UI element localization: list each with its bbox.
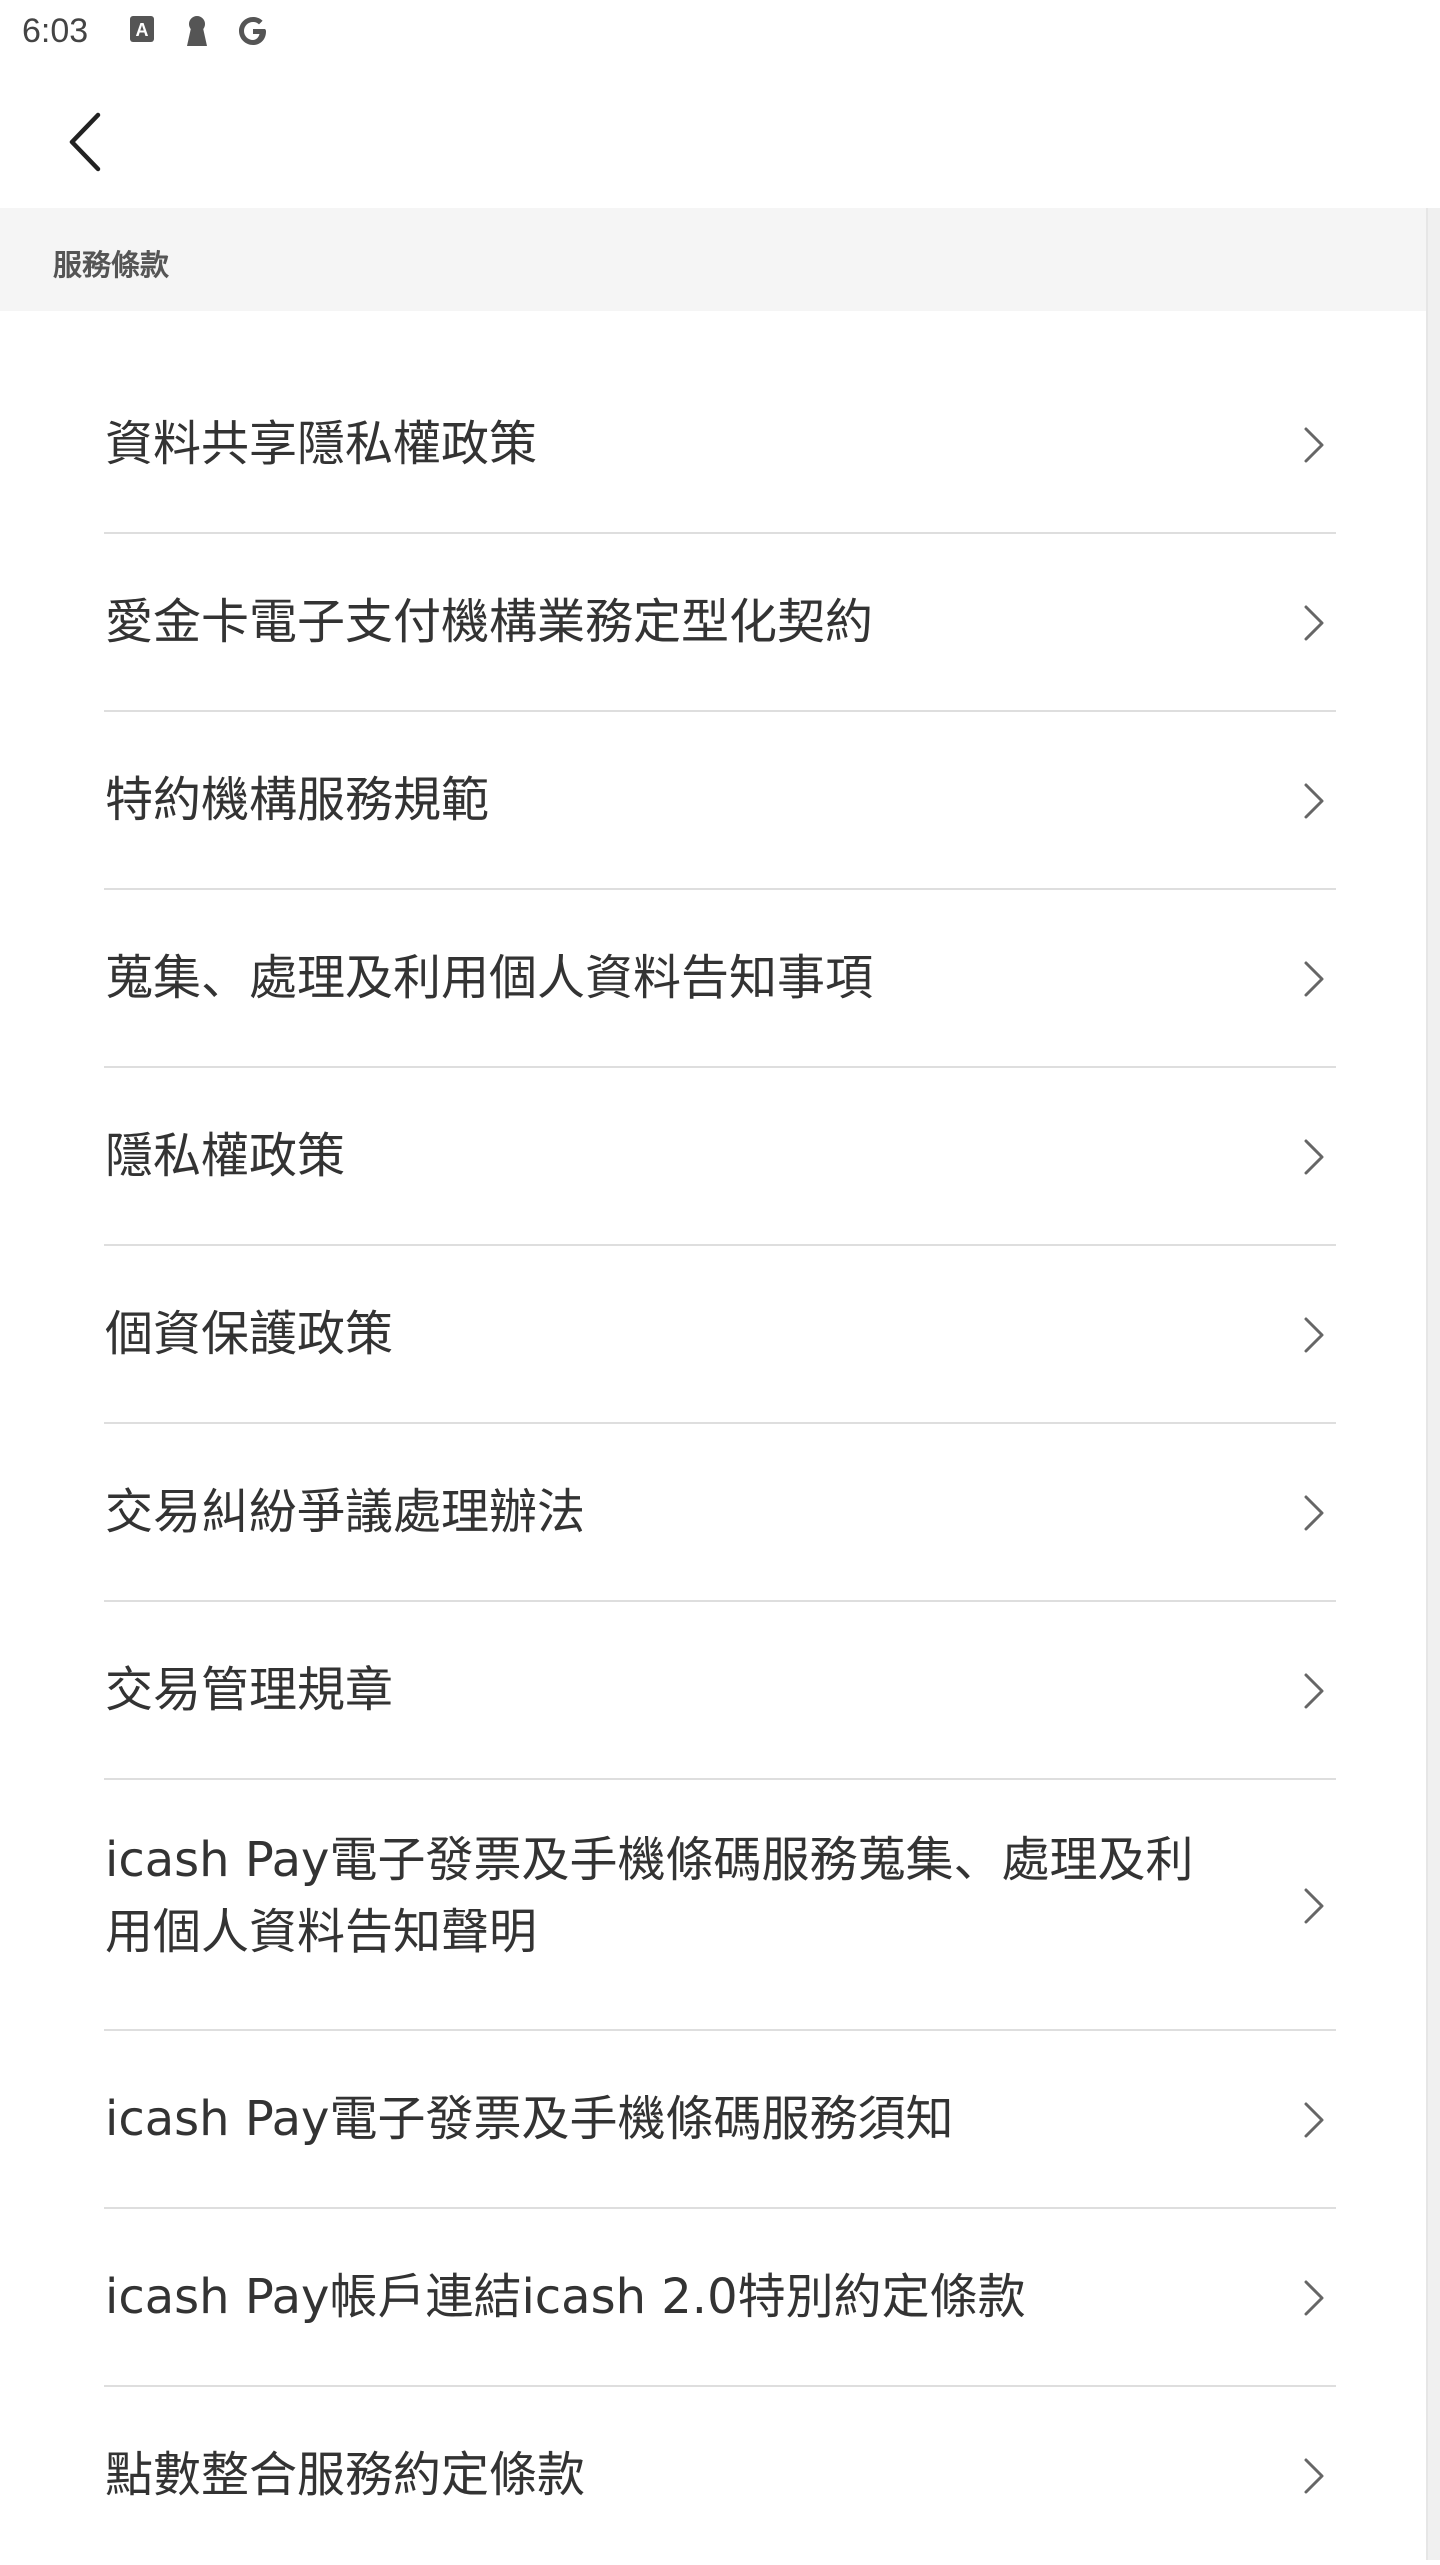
scrollbar[interactable] [1426, 208, 1440, 2560]
chevron-right-icon [1294, 425, 1334, 465]
list-item[interactable]: 交易糾紛爭議處理辦法 [0, 1424, 1426, 1602]
list-item-label: 特約機構服務規範 [105, 772, 490, 828]
google-g-icon [236, 14, 270, 48]
chevron-right-icon [1294, 1886, 1334, 1926]
list-item-label: 隱私權政策 [105, 1128, 346, 1184]
chevron-right-icon [1294, 1671, 1334, 1711]
list-item-label: 交易糾紛爭議處理辦法 [105, 1484, 586, 1540]
section-header: 服務條款 [0, 208, 1426, 311]
back-button[interactable] [44, 102, 124, 182]
chevron-right-icon [1294, 2456, 1334, 2496]
chevron-right-icon [1294, 1315, 1334, 1355]
chevron-right-icon [1294, 2278, 1334, 2318]
keyhole-icon [184, 14, 210, 48]
font-a-icon: A [128, 14, 156, 44]
chevron-right-icon [1294, 603, 1334, 643]
list-item[interactable]: 點數整合服務約定條款 [0, 2387, 1426, 2565]
list-item[interactable]: 個資保護政策 [0, 1246, 1426, 1424]
list-item-label: 交易管理規章 [105, 1662, 394, 1718]
status-time: 6:03 [22, 12, 89, 50]
list-item[interactable]: 資料共享隱私權政策 [0, 356, 1426, 534]
chevron-right-icon [1294, 1493, 1334, 1533]
list-item[interactable]: icash Pay電子發票及手機條碼服務須知 [0, 2031, 1426, 2209]
list-item[interactable]: 愛金卡電子支付機構業務定型化契約 [0, 534, 1426, 712]
section-title: 服務條款 [53, 248, 170, 282]
svg-text:A: A [136, 20, 149, 40]
list-item-label: icash Pay電子發票及手機條碼服務蒐集、處理及利用個人資料告知聲明 [105, 1832, 1194, 1960]
chevron-right-icon [1294, 959, 1334, 999]
list-item-label: icash Pay電子發票及手機條碼服務須知 [105, 2091, 954, 2147]
list-item-label: 愛金卡電子支付機構業務定型化契約 [105, 594, 874, 650]
chevron-right-icon [1294, 2100, 1334, 2140]
list-item-label: 資料共享隱私權政策 [105, 416, 538, 472]
list-item[interactable]: icash Pay電子發票及手機條碼服務蒐集、處理及利用個人資料告知聲明 [0, 1780, 1426, 2031]
list-item[interactable]: 蒐集、處理及利用個人資料告知事項 [0, 890, 1426, 1068]
list-item[interactable]: icash Pay帳戶連結icash 2.0特別約定條款 [0, 2209, 1426, 2387]
list-item[interactable]: 特約機構服務規範 [0, 712, 1426, 890]
list-item[interactable]: 隱私權政策 [0, 1068, 1426, 1246]
status-bar: 6:03 A [0, 0, 1440, 66]
chevron-right-icon [1294, 781, 1334, 821]
list-item-label: 點數整合服務約定條款 [105, 2447, 586, 2503]
top-bar [0, 66, 1440, 208]
chevron-right-icon [1294, 1137, 1334, 1177]
list-item[interactable]: 交易管理規章 [0, 1602, 1426, 1780]
list-item-label: 蒐集、處理及利用個人資料告知事項 [105, 950, 874, 1006]
list-item-label: 個資保護政策 [105, 1306, 394, 1362]
terms-list: 資料共享隱私權政策 愛金卡電子支付機構業務定型化契約 特約機構服務規範 蒐集、處… [0, 356, 1426, 2565]
chevron-left-icon [69, 112, 101, 172]
list-item-label: icash Pay帳戶連結icash 2.0特別約定條款 [105, 2269, 1026, 2325]
